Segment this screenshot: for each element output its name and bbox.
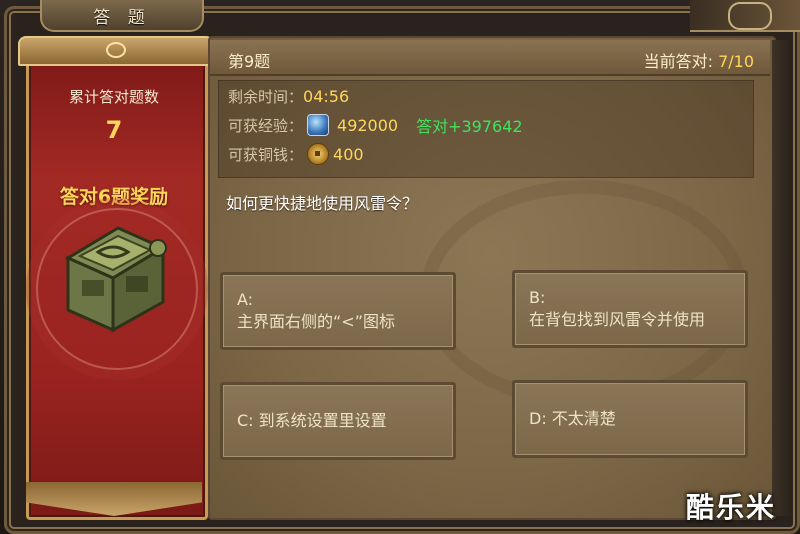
time-value: 04:56 — [303, 87, 350, 106]
answer-b-label: B: — [529, 288, 546, 307]
progress-value: 7/10 — [718, 52, 754, 71]
coin-value: 400 — [333, 144, 364, 164]
question-text: 如何更快捷地使用风雷令？ — [226, 194, 419, 213]
total-correct-value: 7 — [105, 116, 123, 144]
question-number: 第9题 — [228, 52, 271, 71]
answer-a-button[interactable]: A: 主界面右侧的“<”图标 — [220, 272, 456, 350]
answer-d-button[interactable]: D: 不太清楚 — [512, 380, 748, 458]
answer-a-label: A: — [237, 290, 254, 309]
time-row: 剩余时间： 04:56 — [228, 86, 349, 107]
watermark-text: 酷乐米 — [686, 491, 777, 524]
quiz-window: 答 题 累计答对题数 7 答对6题奖励 第9题 当前答对: 7/10 剩余时间：… — [0, 0, 800, 534]
answer-b-text: 在背包找到风雷令并使用 — [529, 310, 706, 329]
time-label: 剩余时间： — [228, 88, 304, 106]
knot-ornament-icon — [728, 2, 772, 30]
total-correct-label: 累计答对题数 — [68, 88, 159, 106]
exp-row: 可获经验： 492000 答对+397642 — [228, 113, 523, 137]
coin-label: 可获铜钱： — [228, 145, 304, 164]
right-border — [772, 40, 792, 516]
exp-label: 可获经验： — [228, 116, 304, 135]
exp-bonus: 答对+397642 — [416, 117, 523, 136]
answer-c-button[interactable]: C: 到系统设置里设置 — [220, 382, 456, 460]
banner-cap — [18, 36, 214, 66]
reward-label: 答对6题奖励 — [59, 186, 169, 208]
coin-row: 可获铜钱： 400 — [228, 143, 364, 165]
treasure-chest-icon[interactable] — [58, 218, 168, 338]
answer-c-label: C: 到系统设置里设置 — [237, 411, 387, 430]
answer-a-text: 主界面右侧的“<”图标 — [237, 312, 395, 331]
answer-b-button[interactable]: B: 在背包找到风雷令并使用 — [512, 270, 748, 348]
progress-label: 当前答对: — [643, 52, 713, 71]
window-title: 答 题 — [40, 0, 204, 32]
copper-coin-icon — [307, 143, 330, 165]
exp-gem-icon — [307, 114, 330, 136]
answer-d-label: D: 不太清楚 — [529, 409, 616, 428]
progress-indicator: 当前答对: 7/10 — [580, 48, 754, 72]
exp-value: 492000 — [337, 115, 399, 135]
